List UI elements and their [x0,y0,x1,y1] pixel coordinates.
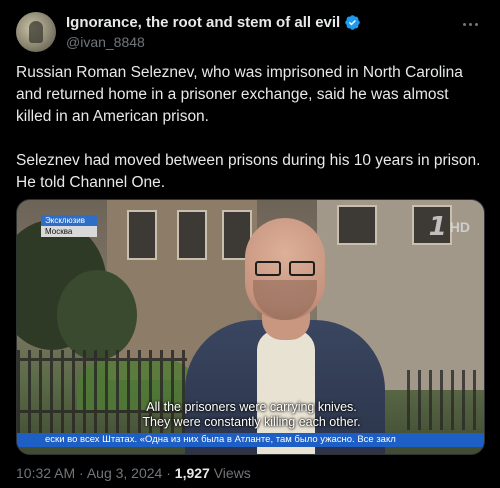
tweet-paragraph: Russian Roman Seleznev, who was imprison… [16,64,463,125]
video-media[interactable]: Эксклюзив Москва 1 HD All the prisoners … [16,199,485,455]
news-ticker: ески во всех Штатах. «Одна из них была в… [17,433,484,447]
person-glasses [255,261,319,277]
subtitle-line: They were constantly killing each other. [142,415,361,429]
views-count: 1,927 [174,465,210,481]
building-window [127,210,157,260]
chyron: Эксклюзив Москва [41,215,97,237]
tree [57,270,137,360]
subtitle-line: All the prisoners were carrying knives. [146,400,357,414]
tweet-paragraph: Seleznev had moved between prisons durin… [16,152,481,191]
verified-badge-icon [345,15,360,30]
more-options-icon[interactable] [460,14,480,34]
tweet-meta: 10:32 AM · Aug 3, 2024 · 1,927 Views [16,465,251,481]
building-window [177,210,207,260]
timestamp[interactable]: 10:32 AM · Aug 3, 2024 · [16,465,175,481]
video-subtitle: All the prisoners were carrying knives. … [17,400,484,430]
chyron-top: Эксклюзив [41,215,97,226]
channel-logo-hd: HD [449,219,470,235]
building-window [337,205,377,245]
author-name-row: Ignorance, the root and stem of all evil [66,14,361,31]
tweet-card: Ignorance, the root and stem of all evil… [0,0,500,488]
channel-logo-mark: 1 [428,212,447,242]
tweet-header: Ignorance, the root and stem of all evil… [16,12,486,56]
author-handle[interactable]: @ivan_8848 [66,34,145,50]
author-display-name[interactable]: Ignorance, the root and stem of all evil [66,14,340,31]
views-label: Views [209,465,251,481]
channel-logo: 1 HD [429,212,470,242]
tweet-text: Russian Roman Seleznev, who was imprison… [16,62,486,216]
chyron-bottom: Москва [41,226,97,237]
avatar[interactable] [16,12,56,52]
